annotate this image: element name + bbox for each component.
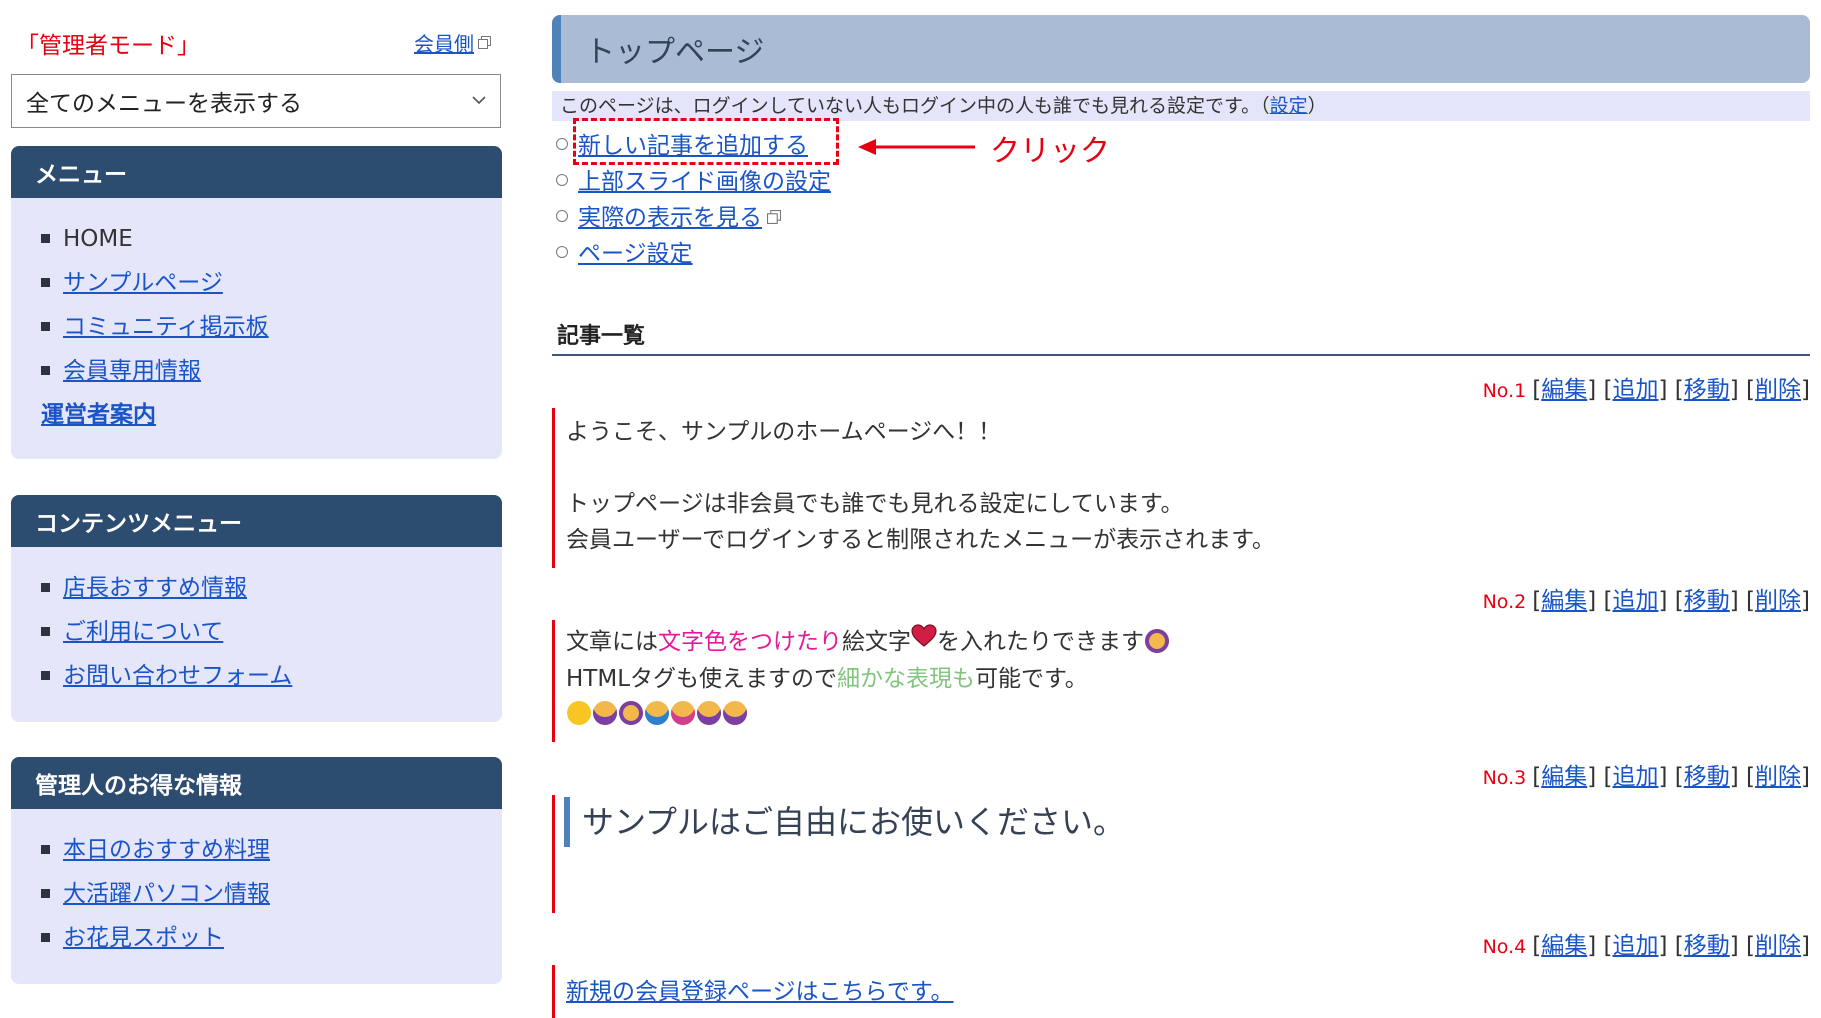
bullet-icon (41, 322, 50, 331)
visibility-settings-link[interactable]: 設定 (1270, 95, 1308, 117)
highlight-dashed-box (573, 118, 839, 165)
person-emoji-icon (593, 701, 617, 725)
sidebar-item-home[interactable]: HOME (41, 223, 133, 255)
click-annotation: クリック (990, 134, 1110, 169)
menu-select-value: 全てのメニューを表示する (26, 91, 302, 117)
admin-mode-label: 「管理者モード」 (16, 33, 200, 59)
menu-box-title: メニュー (11, 146, 502, 198)
circle-bullet-icon (556, 138, 568, 150)
chevron-down-icon (472, 93, 486, 109)
delete-link[interactable]: 削除 (1755, 764, 1801, 790)
article-toolbar: No.1 [編集] [追加] [移動] [削除] (1482, 377, 1810, 403)
sidebar-item-operator-info[interactable]: 運営者案内 (41, 399, 156, 431)
menu-display-select[interactable]: 全てのメニューを表示する (11, 74, 501, 128)
edit-link[interactable]: 編集 (1541, 933, 1587, 959)
add-link[interactable]: 追加 (1612, 588, 1658, 614)
person-emoji-icon (723, 701, 747, 725)
circle-bullet-icon (556, 210, 568, 222)
move-link[interactable]: 移動 (1684, 377, 1730, 403)
sidebar-item-pc-info[interactable]: 大活躍パソコン情報 (41, 878, 270, 910)
article-toolbar: No.2 [編集] [追加] [移動] [削除] (1482, 588, 1810, 614)
person-emoji-icon (671, 701, 695, 725)
visibility-notice: このページは、ログインしていない人もログイン中の人も誰でも見れる設定です。（設定… (552, 91, 1810, 121)
sidebar-item-today-dish[interactable]: 本日のおすすめ料理 (41, 834, 270, 866)
member-registration-link[interactable]: 新規の会員登録ページはこちらです。 (566, 979, 954, 1005)
bullet-icon (41, 583, 50, 592)
action-page-settings[interactable]: ページ設定 (556, 238, 693, 270)
member-view-label: 会員側 (414, 32, 474, 56)
circle-bullet-icon (556, 174, 568, 186)
delete-link[interactable]: 削除 (1755, 377, 1801, 403)
article-list-title: 記事一覧 (557, 324, 646, 349)
bullet-icon (41, 845, 50, 854)
action-view-actual[interactable]: 実際の表示を見る (556, 202, 781, 234)
sidebar-item-member-info[interactable]: 会員専用情報 (41, 355, 201, 387)
delete-link[interactable]: 削除 (1755, 933, 1801, 959)
person-emoji-icon (619, 701, 643, 725)
bullet-icon (41, 671, 50, 680)
action-slide-settings[interactable]: 上部スライド画像の設定 (556, 166, 831, 198)
bullet-icon (41, 234, 50, 243)
bullet-icon (41, 278, 50, 287)
article-4: 新規の会員登録ページはこちらです。 (552, 965, 954, 1018)
circle-bullet-icon (556, 246, 568, 258)
admin-deals-title: 管理人のお得な情報 (11, 757, 502, 809)
sidebar-item-contact-form[interactable]: お問い合わせフォーム (41, 660, 292, 692)
sidebar-item-usage[interactable]: ご利用について (41, 616, 223, 648)
article-3-heading: サンプルはご自由にお使いください。 (564, 797, 1125, 847)
sidebar-item-hanami-spot[interactable]: お花見スポット (41, 922, 224, 954)
person-emoji-icon (645, 701, 669, 725)
content-menu-title: コンテンツメニュー (11, 495, 502, 547)
bullet-icon (41, 366, 50, 375)
admin-deals-box: 管理人のお得な情報 本日のおすすめ料理 大活躍パソコン情報 お花見スポット (11, 757, 502, 984)
bullet-icon (41, 889, 50, 898)
menu-box: メニュー HOME サンプルページ コミュニティ掲示板 会員専用情報 運営者案内 (11, 146, 502, 459)
edit-link[interactable]: 編集 (1541, 377, 1587, 403)
move-link[interactable]: 移動 (1684, 933, 1730, 959)
bullet-icon (41, 627, 50, 636)
bullet-icon (41, 933, 50, 942)
article-toolbar: No.4 [編集] [追加] [移動] [削除] (1482, 933, 1810, 959)
sidebar-item-sample-page[interactable]: サンプルページ (41, 267, 223, 299)
external-window-icon (767, 204, 781, 230)
arrow-left-icon (858, 138, 976, 160)
article-1: ようこそ、サンプルのホームページへ！！ トップページは非会員でも誰でも見れる設定… (552, 408, 1275, 568)
person-emoji-icon (1145, 628, 1169, 653)
article-toolbar: No.3 [編集] [追加] [移動] [削除] (1482, 764, 1810, 790)
external-window-icon (478, 30, 491, 49)
delete-link[interactable]: 削除 (1755, 588, 1801, 614)
sidebar-item-community-board[interactable]: コミュニティ掲示板 (41, 311, 269, 343)
add-link[interactable]: 追加 (1612, 377, 1658, 403)
move-link[interactable]: 移動 (1684, 588, 1730, 614)
sidebar-item-manager-recommend[interactable]: 店長おすすめ情報 (41, 572, 247, 604)
add-link[interactable]: 追加 (1612, 764, 1658, 790)
smiley-emoji-icon (567, 701, 591, 725)
add-link[interactable]: 追加 (1612, 933, 1658, 959)
member-view-link[interactable]: 会員側 (414, 28, 491, 57)
heart-icon (911, 623, 937, 659)
person-emoji-icon (697, 701, 721, 725)
edit-link[interactable]: 編集 (1541, 588, 1587, 614)
page-title: トップページ (552, 15, 1810, 83)
article-2: 文章には文字色をつけたり絵文字 を入れたりできます HTMLタグも使えますので細か… (552, 620, 1170, 742)
move-link[interactable]: 移動 (1684, 764, 1730, 790)
article-list-divider (552, 354, 1810, 356)
content-menu-box: コンテンツメニュー 店長おすすめ情報 ご利用について お問い合わせフォーム (11, 495, 502, 722)
edit-link[interactable]: 編集 (1541, 764, 1587, 790)
